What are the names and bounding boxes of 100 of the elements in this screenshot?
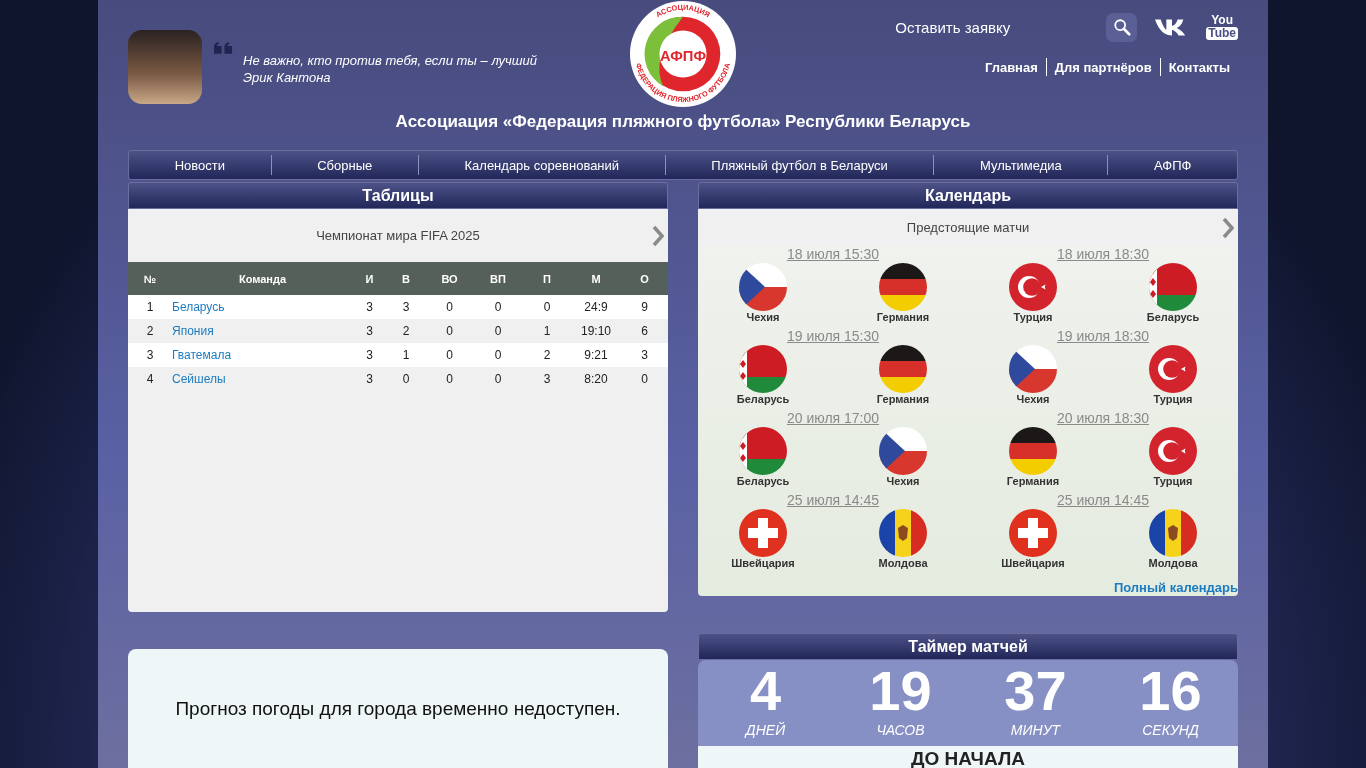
timer-value: 37 [1004,660,1067,722]
match-date-link[interactable]: 18 июля 15:30 [786,246,880,263]
team-name: Турция [1153,393,1193,406]
column-header: И [365,272,374,285]
chevron-right-icon[interactable] [652,224,664,247]
top-link[interactable]: Главная [984,59,1038,75]
team-link[interactable]: Беларусь [172,300,225,314]
team-link[interactable]: Сейшелы [172,372,226,386]
czech-flag-icon [1009,345,1057,393]
table-cell: 3 [366,300,373,314]
nav-item[interactable]: АФПФ [1108,157,1238,173]
belarus-flag-icon [1149,263,1197,311]
table-cell: 2 [146,324,154,338]
column-header: В [402,272,410,285]
match-date-link[interactable]: 18 июля 18:30 [1056,246,1150,263]
timer-value: 16 [1139,660,1202,722]
czech-flag-icon [739,263,787,311]
table-cell: 8:20 [584,372,608,386]
logo-abbreviation: АФПФ [660,47,706,64]
timer-caption: ДО НАЧАЛА [911,748,1025,768]
competition-title: Чемпионат мира FIFA 2025 [316,228,480,243]
table-cell: 1 [543,324,551,338]
search-icon [1112,18,1131,36]
belarus-flag-icon [739,345,787,393]
chevron-right-icon[interactable] [1222,216,1234,239]
calendar-subtitle: Предстоящие матчи [906,220,1030,235]
turkish-flag-icon [1009,263,1057,311]
table-cell: 0 [446,300,453,314]
timer-unit: СЕКУНД [1142,722,1199,738]
team-name: Швейцария [1001,557,1065,570]
panel-header: Таблицы [128,182,668,209]
top-link[interactable]: Контакты [1168,59,1230,75]
table-cell: 3 [146,348,154,362]
nav-item[interactable]: Пляжный футбол в Беларуси [665,157,934,173]
turkish-flag-icon [1149,427,1197,475]
german-flag-icon [879,263,927,311]
column-header: № [143,272,157,285]
match-date-link[interactable]: 19 июля 15:30 [786,328,880,345]
search-button[interactable] [1106,12,1138,42]
nav-item[interactable]: Сборные [271,157,418,173]
timer-value: 4 [749,660,782,722]
nav-item[interactable]: Календарь соревнований [418,157,665,173]
full-calendar-link[interactable]: Полный календарь [1113,580,1238,595]
match-date-link[interactable]: 19 июля 18:30 [1056,328,1150,345]
panel-header: Таймер матчей [698,633,1238,660]
quote-icon [214,42,233,54]
table-cell: 0 [446,348,453,362]
table-cell: 24:9 [584,300,608,314]
timer-value: 19 [869,660,932,722]
table-cell: 2 [402,324,410,338]
match-date-link[interactable]: 25 июля 14:45 [786,492,880,509]
column-header: П [543,272,551,285]
top-link[interactable]: Для партнёров [1054,59,1152,75]
table-cell: 3 [641,348,648,362]
team-link[interactable]: Гватемала [172,348,232,362]
belarus-flag-icon [739,427,787,475]
quote-author: Эрик Кантона [243,69,332,86]
table-cell: 9:21 [584,348,608,362]
table-cell: 0 [641,372,648,386]
moldova-flag-icon [1149,509,1197,557]
table-cell: 4 [146,372,154,386]
panel-header: Календарь [698,182,1238,209]
nav-item[interactable]: Новости [129,157,271,173]
nav-item[interactable]: Мультимедиа [934,157,1108,173]
column-header: ВО [441,272,458,285]
table-cell: 2 [543,348,551,362]
table-cell: 6 [641,324,648,338]
match-date-link[interactable]: 20 июля 18:30 [1056,410,1150,427]
table-cell: 1 [146,300,154,314]
table-cell: 0 [494,372,502,386]
apply-link[interactable]: Оставить заявку [895,18,1011,36]
table-cell: 3 [543,372,551,386]
table-cell: 0 [446,324,453,338]
team-link[interactable]: Япония [172,324,214,338]
column-header: М [591,272,601,285]
swiss-flag-icon [1009,509,1057,557]
table-cell: 0 [446,372,453,386]
table-cell: 0 [543,300,551,314]
team-name: Германия [876,393,930,406]
team-name: Чехия [886,475,920,488]
timer-unit: ЧАСОВ [876,722,925,738]
match-date-link[interactable]: 25 июля 14:45 [1056,492,1150,509]
team-name: Беларусь [736,475,790,488]
table-cell: 0 [494,324,502,338]
timer-unit: ДНЕЙ [745,722,786,738]
team-name: Чехия [1016,393,1050,406]
swiss-flag-icon [739,509,787,557]
czech-flag-icon [879,427,927,475]
weather-message: Прогноз погоды для города временно недоступен. [175,698,621,720]
team-name: Молдова [878,557,928,570]
table-cell: 1 [402,348,410,362]
match-date-link[interactable]: 20 июля 17:00 [786,410,880,427]
team-name: Беларусь [736,393,790,406]
column-header: ВП [490,272,506,285]
table-cell: 3 [366,372,373,386]
moldova-flag-icon [879,509,927,557]
german-flag-icon [879,345,927,393]
column-header: О [640,272,649,285]
german-flag-icon [1009,427,1057,475]
team-name: Чехия [746,311,780,324]
